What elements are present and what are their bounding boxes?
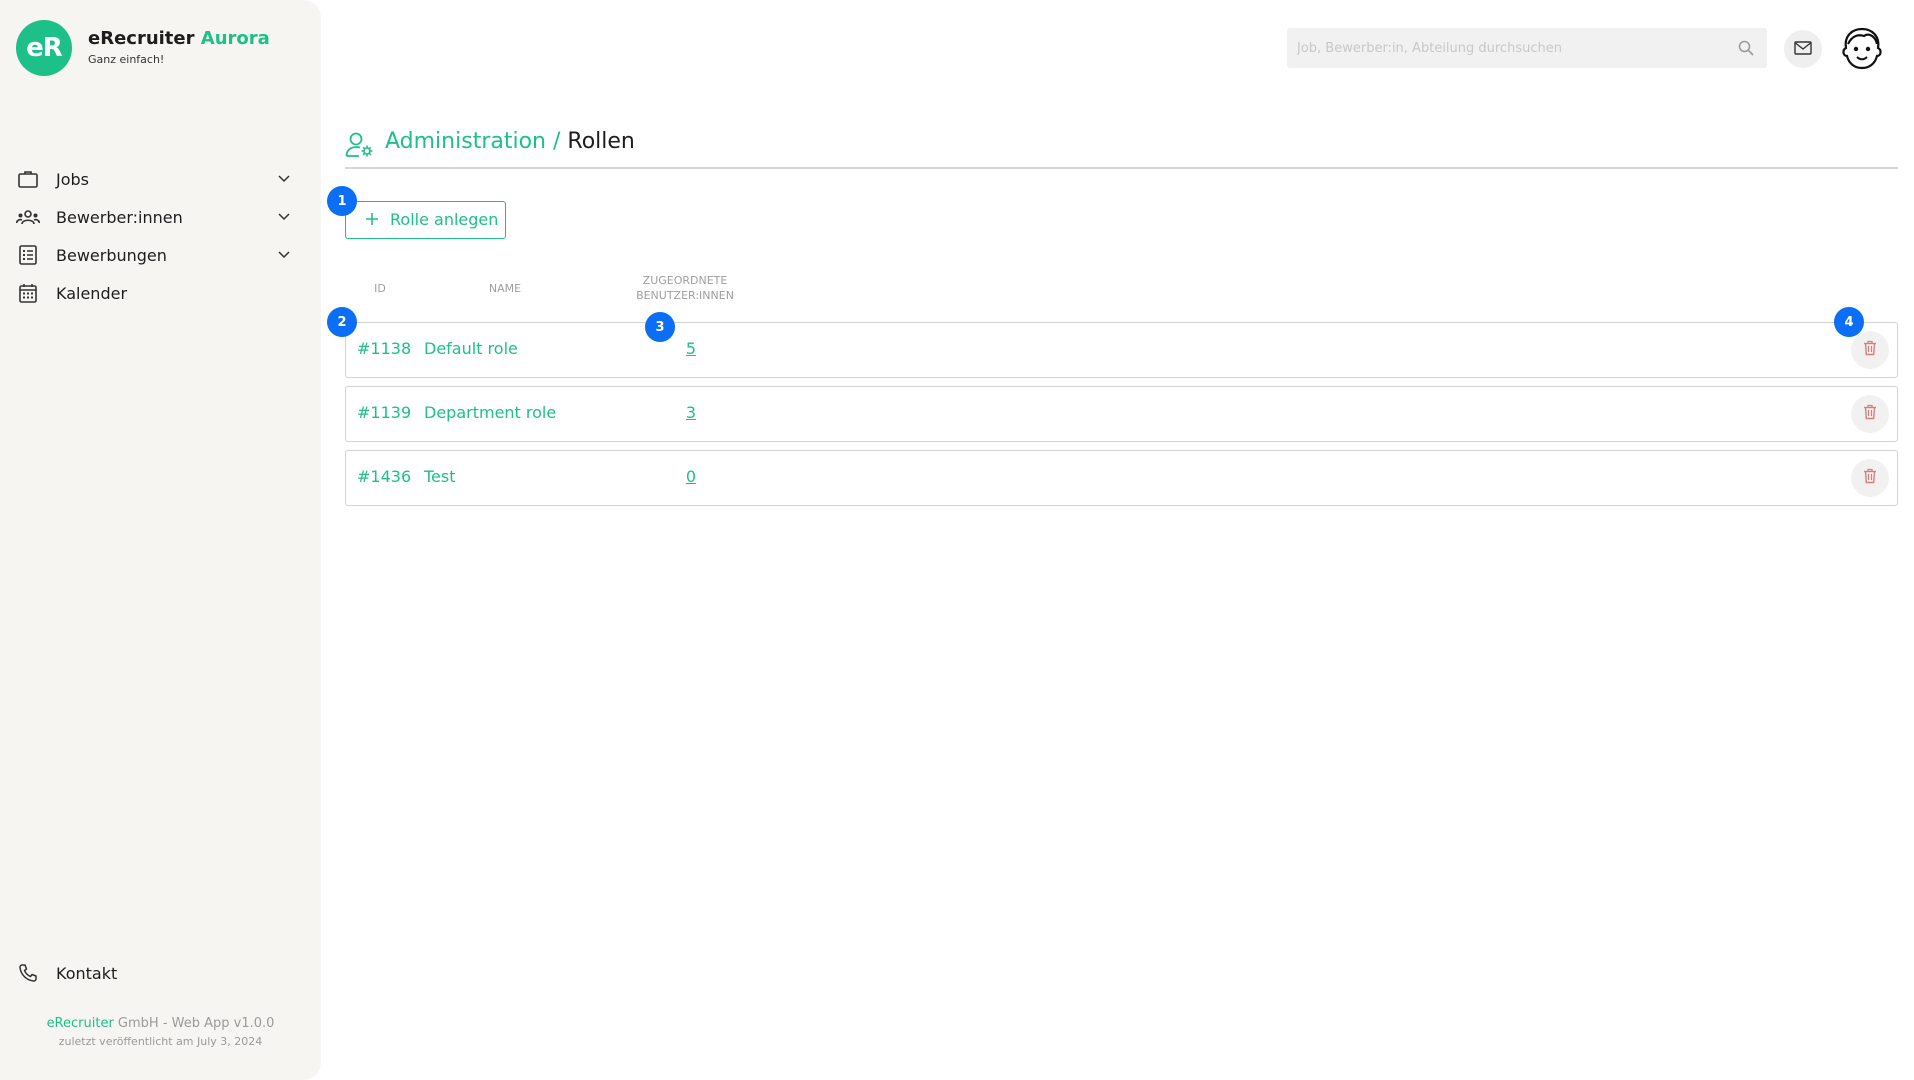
assigned-users-link[interactable]: 3 <box>681 403 701 422</box>
sidebar-item-label: Bewerbungen <box>56 245 167 265</box>
column-header-name: NAME <box>488 282 522 295</box>
user-settings-icon <box>345 131 375 159</box>
footer-company: eRecruiter GmbH - Web App v1.0.0 <box>0 1016 321 1031</box>
role-id: #1138 <box>357 339 412 358</box>
brand-name: eRecruiter Aurora <box>88 28 270 49</box>
search-icon[interactable] <box>1737 39 1755 57</box>
annotation-badge: 2 <box>327 307 357 337</box>
plus-icon <box>364 211 380 227</box>
messages-button[interactable] <box>1784 30 1822 68</box>
trash-icon <box>1863 404 1877 424</box>
trash-icon <box>1863 340 1877 360</box>
avatar[interactable] <box>1838 24 1886 72</box>
table-row[interactable]: #1436 Test 0 <box>345 450 1898 506</box>
brand-tagline: Ganz einfach! <box>88 53 165 66</box>
sidebar-item-label: Kalender <box>56 283 128 303</box>
create-role-button[interactable]: Rolle anlegen <box>345 201 506 239</box>
calendar-icon <box>16 283 40 303</box>
trash-icon <box>1863 468 1877 488</box>
delete-button[interactable] <box>1851 459 1889 497</box>
list-icon <box>16 245 40 265</box>
footer-company-rest: GmbH - Web App v1.0.0 <box>113 1016 275 1031</box>
brand-name-part2: Aurora <box>200 28 270 49</box>
sidebar-item-jobs[interactable]: Jobs <box>0 162 321 196</box>
brand-name-part1: eRecruiter <box>88 28 195 49</box>
role-id: #1436 <box>357 467 412 486</box>
assigned-users-link[interactable]: 5 <box>681 339 701 358</box>
chevron-down-icon[interactable] <box>276 248 292 262</box>
chevron-down-icon[interactable] <box>276 172 292 186</box>
sidebar-item-label: Bewerber:innen <box>56 207 183 227</box>
table-row[interactable]: #1139 Department role 3 <box>345 386 1898 442</box>
delete-button[interactable] <box>1851 331 1889 369</box>
sidebar-item-applicants[interactable]: Bewerber:innen <box>0 200 321 234</box>
search-input[interactable] <box>1287 28 1727 68</box>
briefcase-icon <box>16 169 40 189</box>
role-name: Default role <box>424 339 518 358</box>
annotation-badge: 1 <box>327 186 357 216</box>
page-title: Administration / Rollen <box>385 129 635 154</box>
column-header-assigned-line1: ZUGEORDNETE <box>642 274 728 287</box>
search-bar <box>1287 28 1767 68</box>
sidebar-item-calendar[interactable]: Kalender <box>0 276 321 310</box>
phone-icon <box>16 963 40 983</box>
users-icon <box>16 207 40 227</box>
sidebar-item-contact[interactable]: Kontakt <box>0 956 321 990</box>
create-role-label: Rolle anlegen <box>390 210 499 229</box>
sidebar: eR eRecruiter Aurora Ganz einfach! Jobs … <box>0 0 321 1080</box>
logo-text: eR <box>26 33 63 63</box>
role-id: #1139 <box>357 403 412 422</box>
assigned-users-link[interactable]: 0 <box>681 467 701 486</box>
chevron-down-icon[interactable] <box>276 210 292 224</box>
column-header-assigned-line2: BENUTZER:INNEN <box>636 289 734 302</box>
footer-published: zuletzt veröffentlicht am July 3, 2024 <box>58 1035 263 1048</box>
column-header-id: ID <box>374 282 386 295</box>
sidebar-item-label: Kontakt <box>56 963 118 983</box>
breadcrumb-current: Rollen <box>567 129 635 154</box>
footer-company-accent[interactable]: eRecruiter <box>47 1016 114 1031</box>
column-header-assigned-users: ZUGEORDNETE BENUTZER:INNEN <box>620 273 750 303</box>
annotation-badge: 4 <box>1834 307 1864 337</box>
delete-button[interactable] <box>1851 395 1889 433</box>
logo[interactable]: eR <box>16 20 72 76</box>
sidebar-item-label: Jobs <box>56 169 89 189</box>
header-divider <box>345 167 1898 169</box>
role-name: Test <box>424 467 456 486</box>
sidebar-item-applications[interactable]: Bewerbungen <box>0 238 321 272</box>
mail-icon <box>1794 40 1812 59</box>
annotation-badge: 3 <box>645 312 675 342</box>
role-name: Department role <box>424 403 557 422</box>
breadcrumb-administration[interactable]: Administration / <box>385 129 560 154</box>
table-row[interactable]: #1138 Default role 5 <box>345 322 1898 378</box>
